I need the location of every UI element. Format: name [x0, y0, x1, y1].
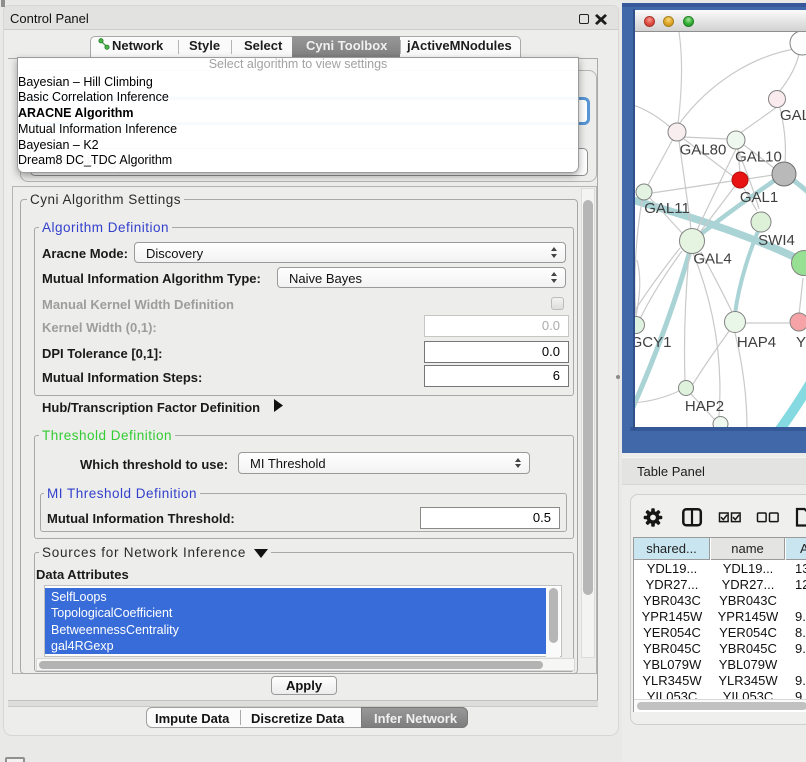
svg-text:GAL10: GAL10 [735, 149, 782, 166]
svg-text:GCY1: GCY1 [635, 334, 671, 351]
svg-text:SWI4: SWI4 [758, 232, 795, 249]
svg-text:GAL11: GAL11 [644, 200, 690, 217]
svg-text:YD: YD [796, 334, 806, 351]
svg-text:GAL4: GAL4 [693, 251, 731, 268]
svg-text:GAL80: GAL80 [680, 142, 727, 159]
svg-text:HAP4: HAP4 [737, 334, 776, 351]
svg-text:GAL7: GAL7 [780, 107, 806, 124]
svg-text:GAL1: GAL1 [740, 189, 778, 206]
svg-text:HAP2: HAP2 [685, 398, 724, 415]
